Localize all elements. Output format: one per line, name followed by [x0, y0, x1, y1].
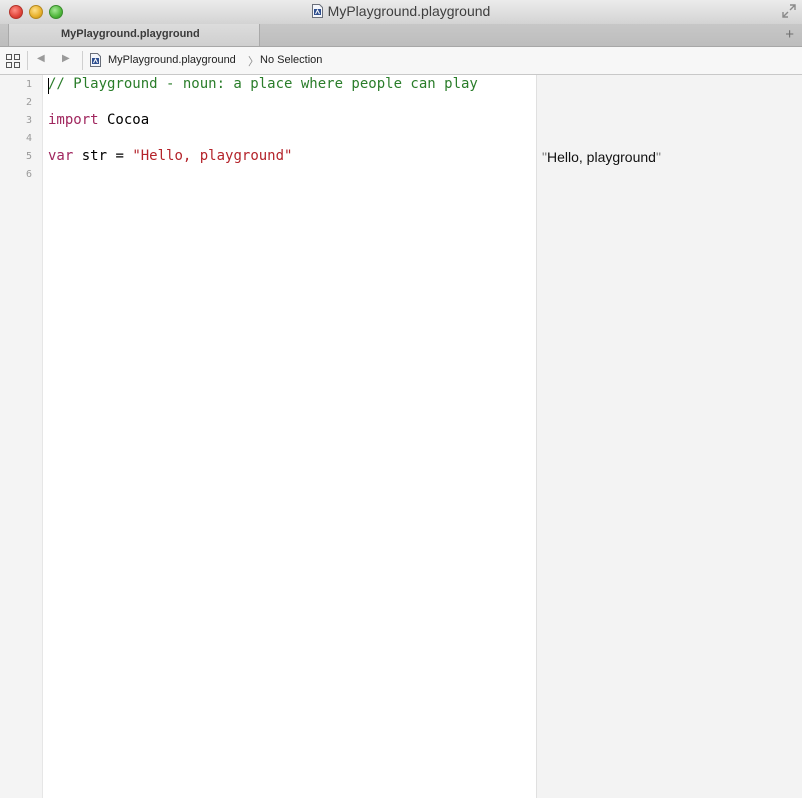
code-line-var[interactable]: var str = "Hello, playground": [48, 148, 292, 164]
xcode-playground-window: MyPlayground.playground MyPlayground.pla…: [0, 0, 802, 798]
line-number: 4: [25, 133, 32, 144]
code-line-import[interactable]: import Cocoa: [48, 112, 149, 128]
jump-bar: ◀ ▶ MyPlayground.playground 〉 No Selecti…: [0, 47, 802, 75]
add-tab-icon[interactable]: +: [785, 26, 794, 43]
window-title-group: MyPlayground.playground: [0, 3, 802, 21]
editor-area: 1 2 3 4 5 6 // Playground - noun: a plac…: [0, 75, 802, 798]
title-bar[interactable]: MyPlayground.playground: [0, 0, 802, 25]
keyword-import: import: [48, 112, 99, 128]
tab-label: MyPlayground.playground: [61, 28, 200, 40]
window-title: MyPlayground.playground: [327, 3, 491, 19]
results-sidebar: "Hello, playground": [536, 75, 802, 798]
result-string: Hello, playground: [546, 149, 656, 165]
line-number: 2: [25, 97, 32, 108]
module-name: Cocoa: [98, 112, 150, 128]
breadcrumb-chevron-icon: 〉: [248, 56, 259, 68]
breadcrumb-file[interactable]: MyPlayground.playground: [108, 54, 236, 66]
toolbar-divider: [27, 51, 28, 70]
result-close-quote: ": [655, 149, 661, 165]
line-number: 3: [25, 115, 32, 126]
breadcrumb-selection[interactable]: No Selection: [260, 54, 322, 66]
var-declaration: str =: [73, 148, 133, 164]
code-editor[interactable]: // Playground - noun: a place where peop…: [43, 75, 536, 798]
playground-file-icon: [311, 4, 323, 21]
line-number: 5: [25, 151, 32, 162]
playground-file-icon: [90, 53, 101, 70]
line-number-gutter: 1 2 3 4 5 6: [0, 75, 43, 798]
line-number: 6: [25, 169, 32, 180]
back-arrow-icon[interactable]: ◀: [37, 53, 45, 64]
line-number: 1: [25, 79, 32, 90]
tab-myplayground[interactable]: MyPlayground.playground: [8, 24, 260, 46]
code-line-comment[interactable]: // Playground - noun: a place where peop…: [48, 76, 478, 92]
forward-arrow-icon[interactable]: ▶: [62, 53, 70, 64]
string-literal: "Hello, playground": [132, 148, 293, 164]
tab-bar: MyPlayground.playground +: [0, 24, 802, 47]
toolbar-divider: [82, 51, 83, 70]
result-value[interactable]: "Hello, playground": [542, 149, 661, 165]
grid-icon[interactable]: [6, 54, 20, 71]
keyword-var: var: [48, 148, 74, 164]
fullscreen-icon[interactable]: [782, 4, 796, 18]
